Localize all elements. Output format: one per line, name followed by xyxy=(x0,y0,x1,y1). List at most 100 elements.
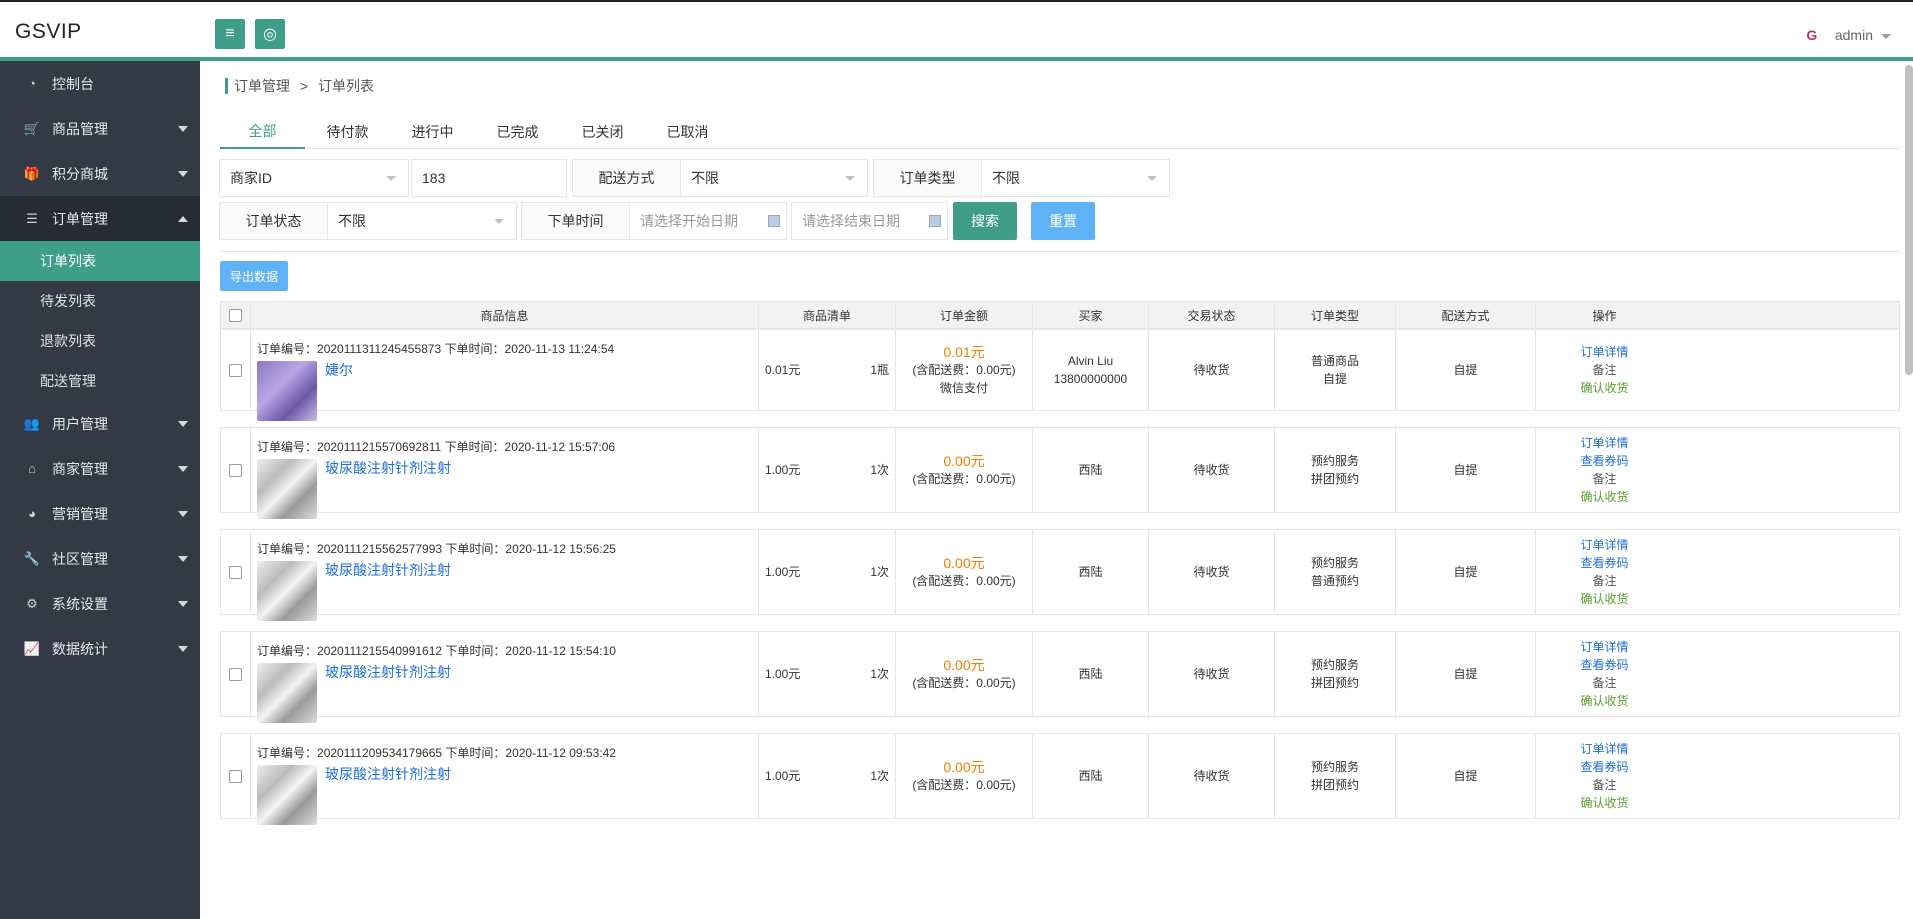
main-content: 订单管理 > 订单列表 全部 待付款 进行中 已完成 已关闭 已取消 商家ID … xyxy=(200,65,1913,919)
order-detail-link[interactable]: 订单详情 xyxy=(1580,343,1628,361)
remark-link[interactable]: 备注 xyxy=(1592,776,1616,794)
quantity: 1次 xyxy=(870,769,889,783)
trade-status-cell: 待收货 xyxy=(1149,734,1275,818)
column-header-product-list: 商品清单 xyxy=(759,302,896,328)
buyer-cell: 西陆 xyxy=(1033,734,1149,818)
dashboard-icon: ◔ xyxy=(28,76,36,91)
view-coupon-link[interactable]: 查看券码 xyxy=(1580,452,1628,470)
merchant-id-input[interactable]: 183 xyxy=(411,159,567,197)
chevron-down-icon xyxy=(1147,176,1157,181)
breadcrumb-parent[interactable]: 订单管理 xyxy=(234,78,290,94)
column-header-actions: 操作 xyxy=(1592,308,1617,323)
tab-cancelled[interactable]: 已取消 xyxy=(645,114,730,149)
confirm-receipt-link[interactable]: 确认收货 xyxy=(1580,488,1628,506)
sidebar-item-community[interactable]: 🔧 社区管理 xyxy=(0,536,200,581)
row-checkbox[interactable] xyxy=(229,363,242,377)
confirm-receipt-link[interactable]: 确认收货 xyxy=(1580,379,1628,397)
quantity: 1次 xyxy=(870,667,889,681)
start-date-input[interactable]: 请选择开始日期 xyxy=(630,203,786,239)
view-coupon-link[interactable]: 查看券码 xyxy=(1580,758,1628,776)
sidebar-item-points-mall[interactable]: 🎁 积分商城 xyxy=(0,151,200,196)
confirm-receipt-link[interactable]: 确认收货 xyxy=(1580,692,1628,710)
table-row: 订单编号：2020111311245455873 下单时间：2020-11-13… xyxy=(220,329,1900,421)
sidebar-item-marketing[interactable]: ◕ 营销管理 xyxy=(0,491,200,536)
user-menu[interactable]: G admin xyxy=(1797,24,1891,46)
sidebar-item-orders[interactable]: ☰ 订单管理 xyxy=(0,196,200,241)
remark-link[interactable]: 备注 xyxy=(1592,470,1616,488)
product-name-link[interactable]: 玻尿酸注射针剂注射 xyxy=(325,459,451,477)
order-type-cell: 预约服务 拼团预约 xyxy=(1275,632,1396,716)
row-checkbox[interactable] xyxy=(229,463,242,477)
table-row: 订单编号：2020111209534179665 下单时间：2020-11-12… xyxy=(220,733,1900,825)
delivery-method: 自提 xyxy=(1453,463,1478,477)
table-row: 订单编号：2020111215570692811 下单时间：2020-11-12… xyxy=(220,427,1900,519)
row-checkbox[interactable] xyxy=(229,667,242,681)
sidebar-item-products[interactable]: 🛒 商品管理 xyxy=(0,106,200,151)
sidebar-item-settings[interactable]: ⚙ 系统设置 xyxy=(0,581,200,626)
delivery-fee: (含配送费：0.00元) xyxy=(912,472,1016,486)
order-meta: 订单编号：2020111209534179665 下单时间：2020-11-12… xyxy=(257,744,616,762)
product-info-cell: 订单编号：2020111215540991612 下单时间：2020-11-12… xyxy=(251,632,759,723)
chevron-down-icon xyxy=(178,556,188,562)
sidebar-item-statistics[interactable]: 📈 数据统计 xyxy=(0,626,200,671)
order-status-select[interactable]: 不限 xyxy=(328,203,516,239)
order-detail-link[interactable]: 订单详情 xyxy=(1580,434,1628,452)
reset-button[interactable]: 重置 xyxy=(1031,202,1095,240)
confirm-receipt-link[interactable]: 确认收货 xyxy=(1580,590,1628,608)
sidebar-item-label: 控制台 xyxy=(52,75,94,92)
chevron-down-icon xyxy=(178,511,188,517)
scrollbar[interactable] xyxy=(1905,65,1913,375)
sidebar-subitem-order-list[interactable]: 订单列表 xyxy=(0,241,200,281)
sidebar-item-dashboard[interactable]: ◔ 控制台 xyxy=(0,61,200,106)
product-name-link[interactable]: 玻尿酸注射针剂注射 xyxy=(325,663,451,681)
sidebar-item-merchants[interactable]: ⌂ 商家管理 xyxy=(0,446,200,491)
home-icon: ⌂ xyxy=(28,461,36,476)
sidebar-subitem-pending-ship[interactable]: 待发列表 xyxy=(0,281,200,321)
remark-link[interactable]: 备注 xyxy=(1592,572,1616,590)
chevron-down-icon xyxy=(178,466,188,472)
row-checkbox[interactable] xyxy=(229,565,242,579)
remark-link[interactable]: 备注 xyxy=(1592,674,1616,692)
sidebar-subitem-refunds[interactable]: 退款列表 xyxy=(0,321,200,361)
row-checkbox[interactable] xyxy=(229,769,242,783)
sidebar-subitem-delivery[interactable]: 配送管理 xyxy=(0,361,200,401)
product-name-link[interactable]: 玻尿酸注射针剂注射 xyxy=(325,765,451,783)
search-button[interactable]: 搜索 xyxy=(953,202,1017,240)
export-data-button[interactable]: 导出数据 xyxy=(220,261,288,291)
order-type-primary: 预约服务 xyxy=(1310,454,1359,468)
menu-toggle-button[interactable]: ≡ xyxy=(215,19,245,49)
order-detail-link[interactable]: 订单详情 xyxy=(1580,740,1628,758)
order-detail-link[interactable]: 订单详情 xyxy=(1580,536,1628,554)
select-all-checkbox[interactable] xyxy=(229,308,242,322)
confirm-receipt-link[interactable]: 确认收货 xyxy=(1580,794,1628,812)
end-date-placeholder: 请选择结束日期 xyxy=(802,213,900,229)
buyer-name: 西陆 xyxy=(1078,565,1103,579)
end-date-input[interactable]: 请选择结束日期 xyxy=(791,202,948,240)
merchant-field-select[interactable]: 商家ID xyxy=(219,159,409,197)
site-link-button[interactable]: ◎ xyxy=(255,19,285,49)
sidebar-item-label: 积分商城 xyxy=(52,165,108,182)
gift-icon: 🎁 xyxy=(23,165,41,181)
tab-closed[interactable]: 已关闭 xyxy=(560,114,645,149)
view-coupon-link[interactable]: 查看券码 xyxy=(1580,656,1628,674)
view-coupon-link[interactable]: 查看券码 xyxy=(1580,554,1628,572)
calendar-icon xyxy=(768,215,780,227)
delivery-method: 自提 xyxy=(1453,565,1478,579)
product-name-link[interactable]: 玻尿酸注射针剂注射 xyxy=(325,561,451,579)
trade-status: 待收货 xyxy=(1193,667,1230,681)
sidebar-item-users[interactable]: 👥 用户管理 xyxy=(0,401,200,446)
product-info-cell: 订单编号：2020111311245455873 下单时间：2020-11-13… xyxy=(251,330,759,421)
chart-icon: 📈 xyxy=(23,640,41,656)
delivery-cell: 自提 xyxy=(1396,734,1536,818)
table-row: 订单编号：2020111215540991612 下单时间：2020-11-12… xyxy=(220,631,1900,723)
tab-pending-payment[interactable]: 待付款 xyxy=(305,114,390,149)
remark-link[interactable]: 备注 xyxy=(1592,361,1616,379)
tab-all[interactable]: 全部 xyxy=(220,114,305,149)
tab-in-progress[interactable]: 进行中 xyxy=(390,114,475,149)
tab-completed[interactable]: 已完成 xyxy=(475,114,560,149)
delivery-method-select[interactable]: 不限 xyxy=(681,160,867,196)
order-detail-link[interactable]: 订单详情 xyxy=(1580,638,1628,656)
order-type-select[interactable]: 不限 xyxy=(982,160,1169,196)
product-name-link[interactable]: 婕尔 xyxy=(325,361,353,379)
order-amount: 0.00元 xyxy=(943,759,985,775)
